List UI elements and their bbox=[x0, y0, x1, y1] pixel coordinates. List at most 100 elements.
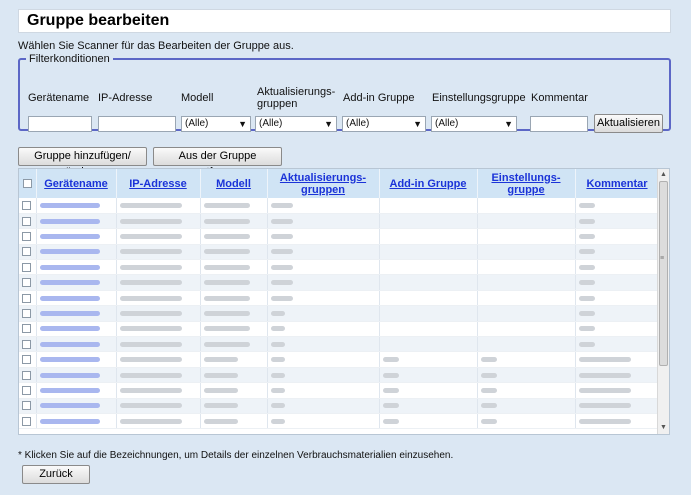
column-header-update-groups[interactable]: Aktualisierungs-gruppen bbox=[267, 169, 380, 198]
settings-group-cell bbox=[477, 398, 576, 414]
refresh-button[interactable]: Aktualisieren bbox=[594, 114, 663, 133]
update-groups-cell bbox=[267, 259, 380, 276]
redacted-value bbox=[119, 418, 182, 424]
add-change-group-button[interactable]: Gruppe hinzufügen/ändern bbox=[18, 147, 147, 178]
vertical-scrollbar[interactable]: ▲ ≡ ▼ bbox=[657, 169, 669, 434]
redacted-value bbox=[578, 249, 595, 255]
model-cell bbox=[200, 290, 268, 307]
row-checkbox-box[interactable] bbox=[22, 355, 31, 365]
addin-group-select[interactable]: (Alle) ▼ bbox=[342, 116, 426, 132]
redacted-value bbox=[270, 341, 285, 347]
table-row[interactable] bbox=[19, 228, 660, 245]
redacted-value bbox=[119, 311, 182, 317]
redacted-value bbox=[270, 326, 285, 332]
device-name-input[interactable] bbox=[28, 116, 92, 132]
row-checkbox-box[interactable] bbox=[22, 247, 31, 257]
row-checkbox-box[interactable] bbox=[22, 385, 31, 395]
redacted-value bbox=[382, 357, 399, 363]
row-checkbox-box[interactable] bbox=[22, 201, 31, 211]
redacted-value bbox=[270, 357, 285, 363]
comment-cell bbox=[575, 413, 660, 430]
row-checkbox-box[interactable] bbox=[22, 262, 31, 272]
instruction-text: Wählen Sie Scanner für das Bearbeiten de… bbox=[18, 40, 294, 52]
ip-address-input[interactable] bbox=[98, 116, 176, 132]
redacted-value bbox=[203, 264, 250, 270]
table-row[interactable] bbox=[19, 290, 660, 307]
table-row[interactable] bbox=[19, 413, 660, 430]
column-header-comment[interactable]: Kommentar bbox=[575, 169, 660, 198]
column-header-addin-group[interactable]: Add-in Gruppe bbox=[379, 169, 478, 198]
ip-address-cell bbox=[116, 367, 201, 384]
row-checkbox-box[interactable] bbox=[22, 216, 31, 226]
table-row[interactable] bbox=[19, 274, 660, 291]
redacted-value bbox=[119, 372, 182, 378]
device-name-cell bbox=[36, 351, 117, 368]
update-groups-cell bbox=[267, 305, 380, 322]
column-header-model[interactable]: Modell bbox=[200, 169, 268, 198]
redacted-value bbox=[578, 387, 631, 393]
device-name-cell bbox=[36, 413, 117, 430]
table-row[interactable] bbox=[19, 259, 660, 276]
settings-group-cell bbox=[477, 244, 576, 261]
table-row[interactable] bbox=[19, 336, 660, 353]
ip-address-cell bbox=[116, 351, 201, 368]
device-name-cell bbox=[36, 336, 117, 353]
redacted-value bbox=[203, 280, 250, 286]
redacted-value bbox=[39, 341, 100, 347]
ip-address-cell bbox=[116, 274, 201, 291]
table-row[interactable] bbox=[19, 351, 660, 368]
row-checkbox-box[interactable] bbox=[22, 293, 31, 303]
select-all-cell bbox=[19, 169, 37, 198]
settings-group-select[interactable]: (Alle) ▼ bbox=[431, 116, 517, 132]
table-row[interactable] bbox=[19, 398, 660, 414]
scrollbar-thumb[interactable] bbox=[659, 181, 668, 366]
redacted-value bbox=[39, 418, 100, 424]
row-checkbox-box[interactable] bbox=[22, 370, 31, 380]
row-checkbox-box[interactable] bbox=[22, 232, 31, 242]
redacted-value bbox=[39, 249, 100, 255]
update-groups-select[interactable]: (Alle) ▼ bbox=[255, 116, 337, 132]
row-checkbox-box[interactable] bbox=[22, 416, 31, 426]
filter-label-device-name: Gerätename bbox=[28, 92, 90, 104]
comment-cell bbox=[575, 321, 660, 338]
select-all-checkbox[interactable] bbox=[22, 179, 32, 189]
scroll-up-arrow-icon[interactable]: ▲ bbox=[658, 169, 669, 181]
comment-input[interactable] bbox=[530, 116, 588, 132]
redacted-value bbox=[119, 218, 182, 224]
redacted-value bbox=[203, 341, 250, 347]
redacted-value bbox=[382, 372, 399, 378]
comment-cell bbox=[575, 351, 660, 368]
column-header-settings-group[interactable]: Einstellungs-gruppe bbox=[477, 169, 576, 198]
row-checkbox-box[interactable] bbox=[22, 324, 31, 334]
column-header-ip[interactable]: IP-Adresse bbox=[116, 169, 201, 198]
device-name-cell bbox=[36, 244, 117, 261]
redacted-value bbox=[203, 403, 238, 409]
column-header-device-name[interactable]: Gerätename bbox=[36, 169, 117, 198]
filter-label-update-groups: Aktualisierungs-gruppen bbox=[257, 86, 336, 110]
back-button[interactable]: Zurück bbox=[22, 465, 90, 484]
row-checkbox-box[interactable] bbox=[22, 278, 31, 288]
redacted-value bbox=[119, 264, 182, 270]
filter-label-ip: IP-Adresse bbox=[98, 92, 153, 104]
row-checkbox-box[interactable] bbox=[22, 309, 31, 319]
table-row[interactable] bbox=[19, 213, 660, 230]
scroll-down-arrow-icon[interactable]: ▼ bbox=[658, 422, 669, 434]
redacted-value bbox=[119, 326, 182, 332]
redacted-value bbox=[480, 372, 497, 378]
table-row[interactable] bbox=[19, 367, 660, 384]
model-select[interactable]: (Alle) ▼ bbox=[181, 116, 251, 132]
remove-from-group-button[interactable]: Aus der Gruppe entfernen bbox=[153, 147, 282, 178]
settings-group-cell bbox=[477, 305, 576, 322]
device-name-cell bbox=[36, 290, 117, 307]
row-checkbox-box[interactable] bbox=[22, 339, 31, 349]
table-row[interactable] bbox=[19, 321, 660, 338]
redacted-value bbox=[119, 341, 182, 347]
table-row[interactable] bbox=[19, 244, 660, 261]
row-checkbox bbox=[19, 228, 37, 245]
redacted-value bbox=[578, 357, 631, 363]
table-row[interactable] bbox=[19, 305, 660, 322]
table-row[interactable] bbox=[19, 198, 660, 214]
table-row[interactable] bbox=[19, 382, 660, 399]
model-cell bbox=[200, 336, 268, 353]
row-checkbox-box[interactable] bbox=[22, 401, 31, 411]
